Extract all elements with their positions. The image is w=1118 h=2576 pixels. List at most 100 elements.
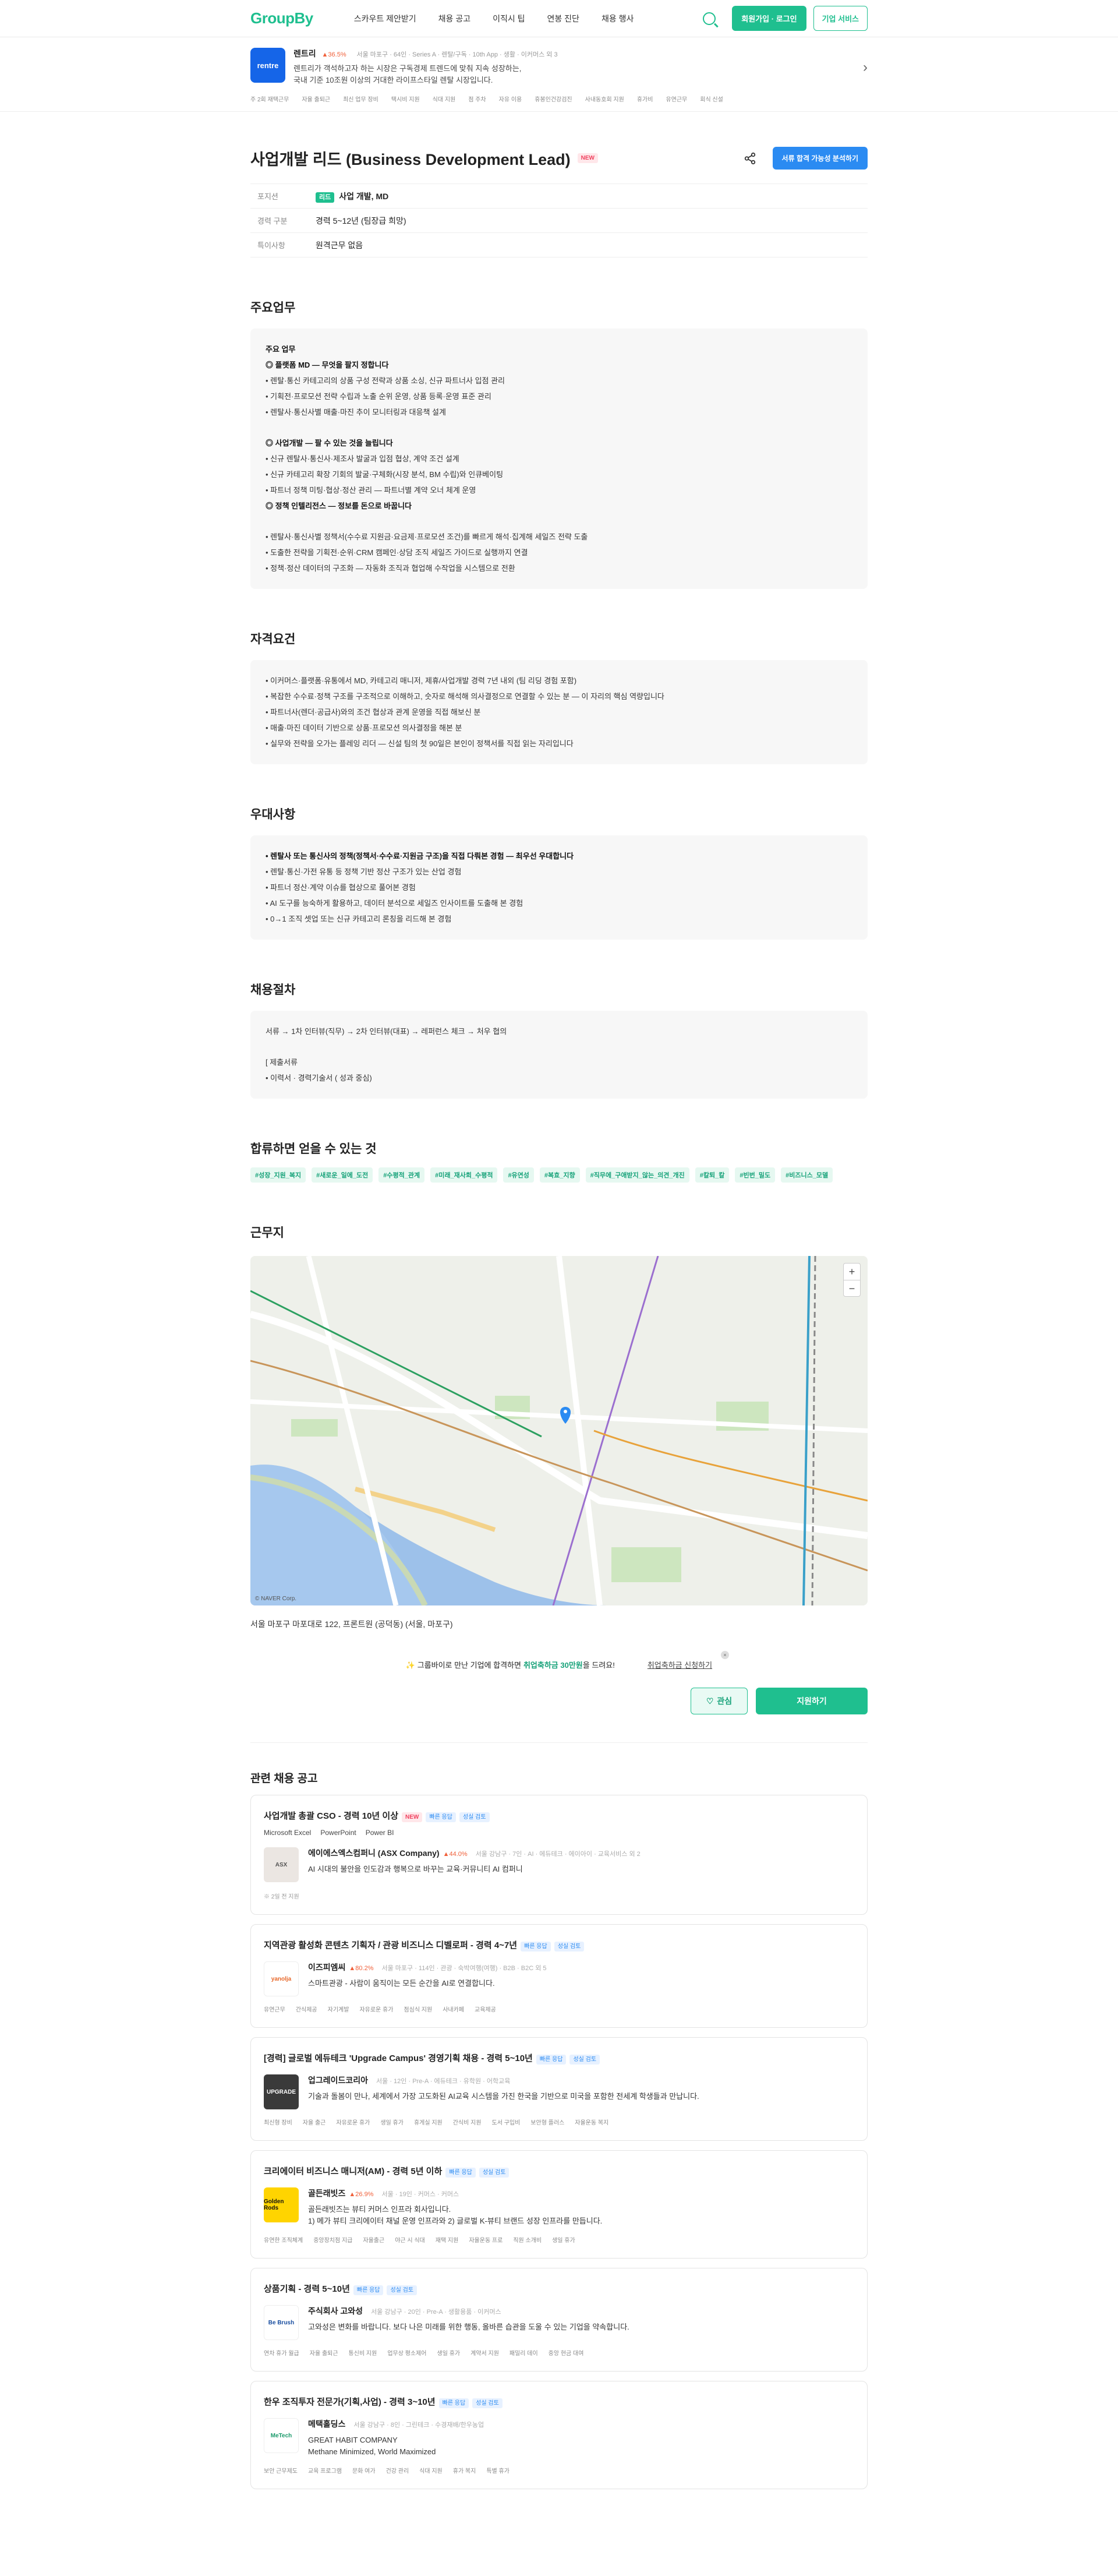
- skill-tag: Power BI: [365, 1829, 394, 1837]
- nav-tips[interactable]: 이직시 팁: [493, 13, 525, 24]
- list-item: • 기획전·프로모션 전략 수립과 노출 순위 운영, 상품 등록·운영 표준 …: [266, 392, 491, 401]
- section-title-prefer: 우대사항: [250, 808, 296, 821]
- info-label: 경력 구분: [257, 217, 288, 225]
- company-tag: 연차 휴가 월급: [264, 2351, 299, 2357]
- company-tag: 점 주차: [468, 97, 486, 103]
- chevron-right-icon[interactable]: ›: [863, 59, 868, 76]
- nav-events[interactable]: 채용 행사: [602, 13, 634, 24]
- related-job-card[interactable]: 한우 조직투자 전문가(기획,사업) - 경력 3~10년 빠른 응답 성실 검토 …: [250, 2381, 868, 2489]
- list-item: • 파트너 정산·계약 이슈를 협상으로 풀어본 경험: [266, 883, 416, 892]
- section-title-process: 채용절차: [250, 983, 296, 997]
- duties-box: 주요 업무 ◎ 플랫폼 MD — 무엇을 팔지 정합니다 • 렌탈·통신 카테고…: [250, 329, 868, 589]
- related-job-card[interactable]: [경력] 글로벌 에듀테크 'Upgrade Campus' 경영기획 채용 -…: [250, 2037, 868, 2141]
- card-title: 사업개발 총괄 CSO - 경력 10년 이상: [264, 1811, 398, 1821]
- list-item: • 렌탈·통신 카테고리의 상품 구성 전략과 상품 소싱, 신규 파트너사 입…: [266, 376, 505, 385]
- company-desc: 고와성은 변화를 바랍니다. 보다 나은 미래를 위한 행동, 올바른 습관을 …: [308, 2323, 629, 2331]
- analyze-pass-button[interactable]: 서류 합격 가능성 분석하기: [772, 147, 868, 170]
- company-tag: 자율 출퇴근: [302, 97, 331, 103]
- company-tag: 최신형 장비: [264, 2120, 292, 2126]
- new-badge: NEW: [402, 1812, 423, 1822]
- company-desc: GREAT HABIT COMPANY: [308, 2436, 398, 2444]
- company-desc: 스마트관광 - 사람이 움직이는 모든 순간을 AI로 연결합니다.: [308, 1979, 495, 1988]
- duties-group: ◎ 플랫폼 MD — 무엇을 팔지 정합니다: [266, 361, 389, 369]
- company-name: 골든래빗즈: [308, 2189, 346, 2198]
- list-item: • 이커머스·플랫폼·유통에서 MD, 카테고리 매니저, 제휴/사업개발 경력…: [266, 676, 577, 685]
- login-button[interactable]: 회원가입 · 로그인: [732, 6, 806, 31]
- share-icon[interactable]: [744, 152, 756, 165]
- company-tag: 생일 휴가: [437, 2351, 461, 2357]
- promo-apply-link[interactable]: 취업축하금 신청하기: [648, 1659, 712, 1670]
- section-title-benefits: 합류하면 얻을 수 있는 것: [250, 1142, 377, 1156]
- groupby-logo[interactable]: GroupBy: [250, 9, 313, 27]
- hashtag: #칼퇴_칼: [695, 1167, 730, 1183]
- nav-salary[interactable]: 연봉 진단: [547, 13, 579, 24]
- nav-jobs[interactable]: 채용 공고: [438, 13, 470, 24]
- quals-box: • 이커머스·플랫폼·유통에서 MD, 카테고리 매니저, 제휴/사업개발 경력…: [250, 660, 868, 764]
- company-tag: 자율출근: [363, 2238, 385, 2244]
- company-meta: 서울 강남구 · 8인 · 그린테크 · 수경재배/한우농업: [353, 2422, 484, 2429]
- company-tag: 자율 출퇴근: [309, 2351, 338, 2357]
- position-value: 사업 개발, MD: [339, 191, 389, 201]
- related-job-card[interactable]: 사업개발 총괄 CSO - 경력 10년 이상 NEW 빠른 응답 성실 검토 Mic…: [250, 1795, 868, 1915]
- hashtag: #수평적_관계: [378, 1167, 425, 1183]
- list-item: • AI 도구를 능숙하게 활용하고, 데이터 분석으로 세일즈 인사이트를 도…: [266, 899, 523, 908]
- location-map[interactable]: + − © NAVER Corp.: [250, 1256, 868, 1605]
- company-tag: 자유로운 휴가: [359, 2007, 394, 2013]
- company-growth-rate: ▲44.0%: [443, 1851, 468, 1858]
- company-tag: 직원 소개비: [513, 2238, 542, 2244]
- related-jobs-title: 관련 채용 공고: [250, 1773, 318, 1785]
- related-job-card[interactable]: 크리에이터 비즈니스 매니저(AM) - 경력 5년 이하 빠른 응답 성실 검토 …: [250, 2150, 868, 2259]
- close-icon[interactable]: ×: [721, 1651, 729, 1659]
- search-icon[interactable]: [703, 12, 716, 25]
- zoom-out-button[interactable]: −: [844, 1280, 860, 1296]
- response-badge: 빠른 응답: [445, 2168, 476, 2178]
- apply-button[interactable]: 지원하기: [756, 1688, 868, 1714]
- card-title: [경력] 글로벌 에듀테크 'Upgrade Campus' 경영기획 채용 -…: [264, 2053, 533, 2063]
- company-desc: Methane Minimized, World Maximized: [308, 2447, 436, 2456]
- company-banner[interactable]: rentre 렌트리 ▲36.5% 서울 마포구 · 64인 · Series …: [0, 37, 1118, 112]
- company-tag: 패밀리 데이: [509, 2351, 538, 2357]
- hashtag: #새로운_일에_도전: [312, 1167, 373, 1183]
- company-logo: Be Brush: [264, 2305, 299, 2340]
- company-tag: 자기계발: [327, 2007, 349, 2013]
- list-item: • 렌탈사 또는 통신사의 정책(정책서·수수료·지원금 구조)을 직접 다뤄본…: [266, 852, 574, 860]
- review-badge: 성실 검토: [569, 2055, 600, 2065]
- level-tag: 리드: [316, 192, 335, 203]
- card-title: 지역관광 활성화 콘텐츠 기획자 / 관광 비즈니스 디벨로퍼 - 경력 4~7…: [264, 1940, 518, 1950]
- company-logo: Golden Rods: [264, 2187, 299, 2222]
- company-name: 이즈피엠씨: [308, 1963, 346, 1972]
- workplace-address: 서울 마포구 마포대로 122, 프론트원 (공덕동) (서울, 마포구): [250, 1619, 453, 1629]
- company-tag: 업무상 평소제어: [387, 2351, 427, 2357]
- nav-scout[interactable]: 스카우트 제안받기: [354, 13, 416, 24]
- company-meta: 서울 · 19인 · 커머스 · 커머스: [381, 2191, 459, 2198]
- company-name[interactable]: 렌트리: [293, 49, 316, 58]
- company-desc-line2: 국내 기준 10조원 이상의 거대한 라이프스타일 렌탈 시장입니다.: [293, 76, 493, 84]
- benefit-hashtags: #성장_지원_복지 #새로운_일에_도전 #수평적_관계 #미래_재사회_수평적…: [250, 1167, 868, 1183]
- company-tag: 생일 휴가: [552, 2238, 575, 2244]
- section-title-duties: 주요업무: [250, 301, 296, 315]
- new-badge: NEW: [577, 153, 598, 163]
- review-badge: 성실 검토: [479, 2168, 510, 2178]
- list-item: • 파트너 정책 미팅·협상·정산 관리 — 파트너별 계약 오너 체계 운영: [266, 486, 476, 495]
- company-tag: 자율운동 프로: [469, 2238, 503, 2244]
- list-item: • 렌탈사·통신사별 매출·마진 추이 모니터링과 대응책 설계: [266, 408, 446, 417]
- company-tag: 보안형 플러스: [530, 2120, 565, 2126]
- company-tag: 특별 휴가: [486, 2468, 510, 2475]
- duties-heading: 주요 업무: [266, 345, 296, 354]
- company-name: 메택홀딩스: [308, 2419, 346, 2429]
- map-canvas[interactable]: [250, 1256, 868, 1605]
- company-name: 업그레이드코리아: [308, 2076, 369, 2085]
- card-title: 크리에이터 비즈니스 매니저(AM) - 경력 5년 이하: [264, 2166, 443, 2176]
- related-job-card[interactable]: 지역관광 활성화 콘텐츠 기획자 / 관광 비즈니스 디벨로퍼 - 경력 4~7…: [250, 1924, 868, 2028]
- related-job-card[interactable]: 상품기획 - 경력 5~10년 빠른 응답 성실 검토 Be Brush 주식회사 …: [250, 2268, 868, 2372]
- response-badge: 빠른 응답: [521, 1942, 551, 1952]
- info-label: 포지션: [257, 192, 278, 201]
- prefer-box: • 렌탈사 또는 통신사의 정책(정책서·수수료·지원금 구조)을 직접 다뤄본…: [250, 835, 868, 940]
- card-title: 상품기획 - 경력 5~10년: [264, 2284, 350, 2294]
- enterprise-button[interactable]: 기업 서비스: [813, 6, 868, 31]
- duties-group: ◎ 정책 인텔리전스 — 정보를 돈으로 바꿉니다: [266, 502, 412, 510]
- list-item: • 파트너사(렌더·공급사)와의 조건 협상과 관계 운영을 직접 해보신 분: [266, 708, 481, 717]
- like-button[interactable]: ♡ 관심: [691, 1688, 748, 1714]
- company-tag: 야근 시 식대: [395, 2238, 425, 2244]
- zoom-in-button[interactable]: +: [844, 1264, 860, 1280]
